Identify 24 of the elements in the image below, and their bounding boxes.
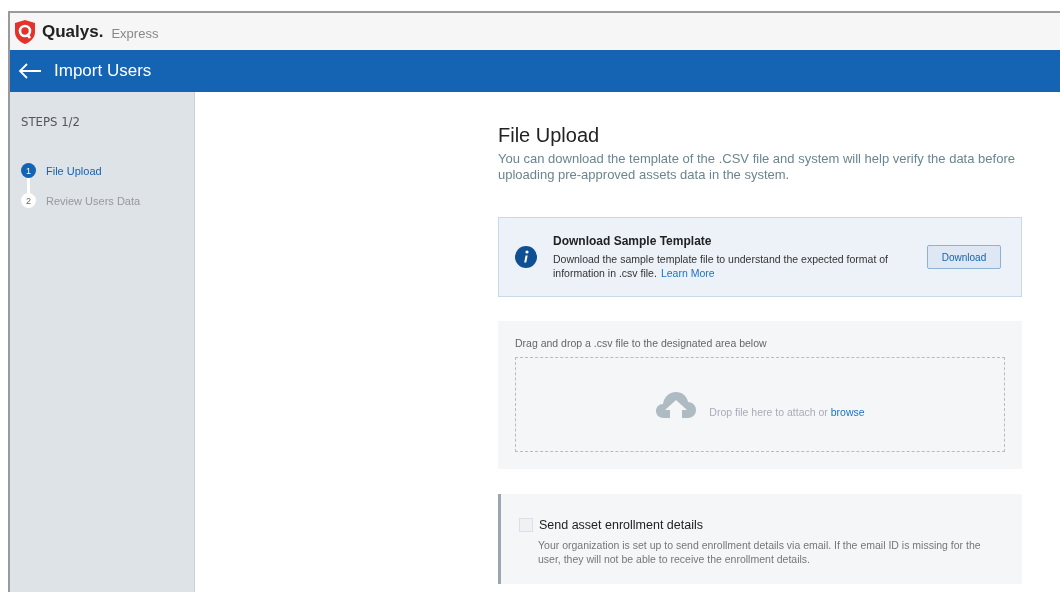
steps-heading: STEPS 1/2	[21, 114, 80, 129]
page-title: Import Users	[54, 61, 152, 81]
drop-zone[interactable]: Drop file here to attach or browse	[515, 357, 1005, 452]
enrollment-note: Your organization is set up to send enrollment details via email. If the email ID is missing for the user, they will not be able to receive the enrollment details.	[538, 538, 982, 566]
brand-name: Qualys.	[42, 21, 104, 42]
info-icon	[515, 246, 537, 268]
card-description: Download the sample template file to understand the expected format of information in .csv file. Learn More	[553, 252, 890, 280]
cloud-upload-icon	[655, 390, 698, 419]
product-name: Express	[111, 25, 159, 41]
step-number: 1	[21, 163, 36, 178]
section-title: File Upload	[498, 124, 600, 147]
drop-text: Drop file here to attach or browse	[709, 405, 865, 418]
enrollment-label: Send asset enrollment details	[539, 518, 703, 532]
back-arrow-icon[interactable]	[18, 63, 42, 79]
step-number: 2	[21, 193, 36, 208]
learn-more-link[interactable]: Learn More	[660, 267, 715, 279]
enrollment-checkbox[interactable]	[519, 518, 533, 532]
browse-link[interactable]: browse	[830, 405, 865, 418]
step-link[interactable]: File Upload	[46, 164, 102, 177]
card-title: Download Sample Template	[553, 234, 712, 248]
shield-logo-icon	[14, 18, 36, 45]
upload-instruction: Drag and drop a .csv file to the designated area below	[515, 337, 767, 349]
section-description: You can download the template of the .CSV file and system will help verify the data before uploading pre-approved assets data in the system.	[498, 151, 1016, 183]
download-button[interactable]: Download	[927, 245, 1001, 269]
